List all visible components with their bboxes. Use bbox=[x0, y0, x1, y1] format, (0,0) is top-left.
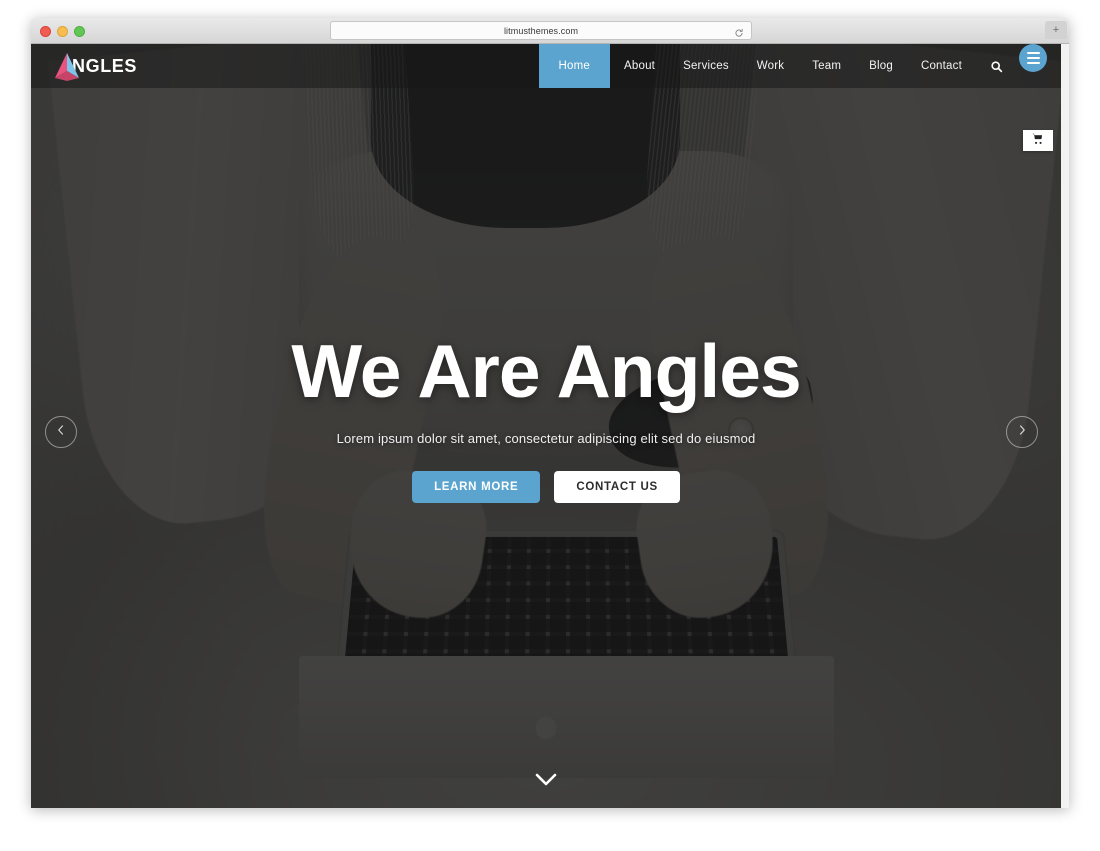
primary-navigation: Home About Services Work Team Blog Conta… bbox=[538, 44, 1061, 88]
hamburger-menu-icon[interactable] bbox=[1019, 44, 1047, 72]
shopping-cart-tab[interactable] bbox=[1023, 130, 1053, 151]
carousel-prev-button[interactable] bbox=[45, 416, 77, 448]
site-navbar: NGLES Home About Services Work Team Blog… bbox=[31, 44, 1061, 88]
chevron-right-icon bbox=[1016, 423, 1028, 441]
reload-icon[interactable] bbox=[734, 25, 744, 37]
hero-title: We Are Angles bbox=[291, 329, 801, 413]
carousel-next-button[interactable] bbox=[1006, 416, 1038, 448]
close-window-button[interactable] bbox=[40, 26, 51, 37]
nav-item-work[interactable]: Work bbox=[743, 44, 798, 88]
brand-name: NGLES bbox=[72, 55, 138, 76]
shopping-cart-icon bbox=[1032, 132, 1044, 150]
angles-arrow-logo-icon bbox=[53, 51, 81, 81]
browser-chrome: litmusthemes.com + bbox=[31, 18, 1069, 44]
brand-logo-link[interactable]: NGLES bbox=[53, 51, 137, 81]
hero-cta-group: LEARN MORE CONTACT US bbox=[31, 471, 1061, 503]
minimize-window-button[interactable] bbox=[57, 26, 68, 37]
hamburger-line-2 bbox=[1026, 57, 1040, 59]
nav-item-blog[interactable]: Blog bbox=[855, 44, 907, 88]
nav-item-contact[interactable]: Contact bbox=[907, 44, 976, 88]
address-bar[interactable]: litmusthemes.com bbox=[330, 21, 752, 40]
nav-item-services[interactable]: Services bbox=[669, 44, 743, 88]
chevron-down-icon bbox=[534, 772, 558, 793]
nav-item-about[interactable]: About bbox=[610, 44, 669, 88]
page-viewport: NGLES Home About Services Work Team Blog… bbox=[31, 44, 1069, 808]
hamburger-line-1 bbox=[1026, 52, 1040, 54]
hero-subtitle: Lorem ipsum dolor sit amet, consectetur … bbox=[336, 431, 756, 446]
window-controls bbox=[40, 26, 85, 37]
maximize-window-button[interactable] bbox=[74, 26, 85, 37]
url-text: litmusthemes.com bbox=[503, 25, 579, 36]
new-tab-button[interactable]: + bbox=[1045, 21, 1067, 39]
search-icon[interactable] bbox=[976, 44, 1013, 88]
hamburger-line-3 bbox=[1026, 62, 1040, 64]
hero-content: We Are Angles Lorem ipsum dolor sit amet… bbox=[31, 334, 1061, 503]
contact-us-button[interactable]: CONTACT US bbox=[554, 471, 680, 503]
browser-window: litmusthemes.com + NGLES Home About Serv… bbox=[31, 18, 1069, 808]
learn-more-button[interactable]: LEARN MORE bbox=[412, 471, 541, 503]
chevron-left-icon bbox=[55, 423, 67, 441]
nav-item-team[interactable]: Team bbox=[798, 44, 855, 88]
page-scrollbar[interactable] bbox=[1061, 44, 1069, 808]
hero-section: NGLES Home About Services Work Team Blog… bbox=[31, 44, 1061, 808]
scroll-down-button[interactable] bbox=[532, 772, 560, 792]
new-tab-label: + bbox=[1052, 23, 1060, 36]
nav-item-home[interactable]: Home bbox=[538, 44, 611, 88]
